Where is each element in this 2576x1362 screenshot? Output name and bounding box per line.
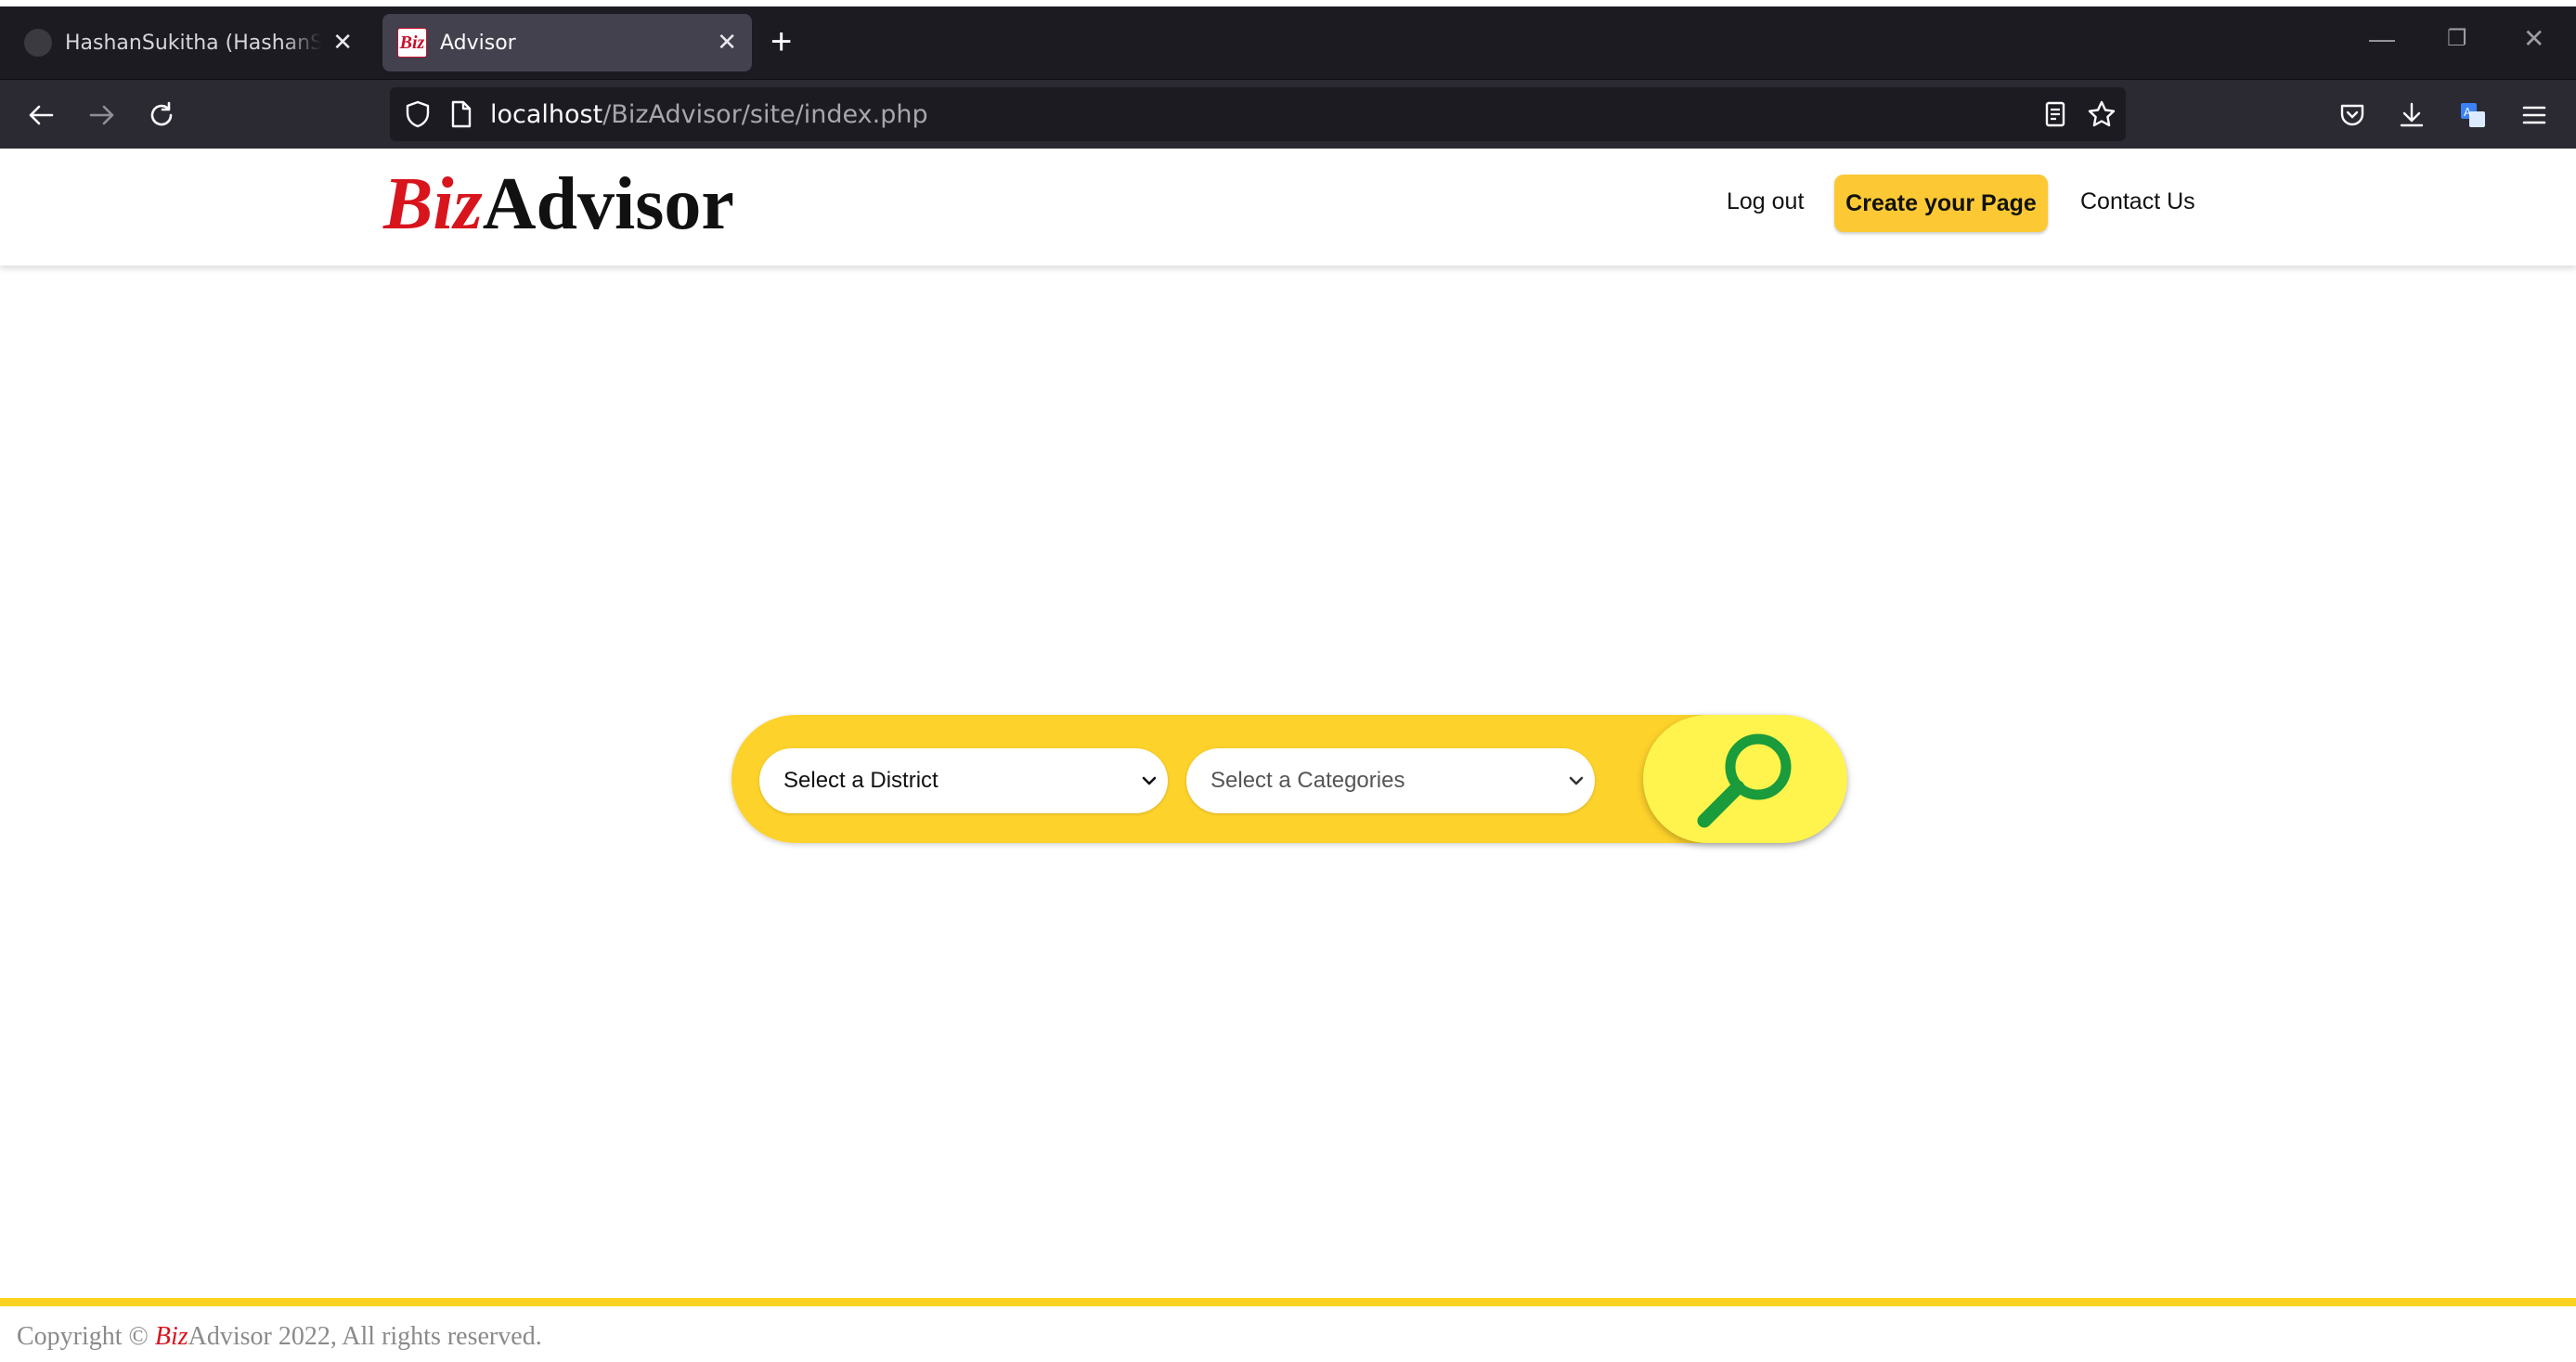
tab-github[interactable]: HashanSukitha (HashanSukitha) ✕ [9, 14, 368, 71]
hamburger-menu-icon[interactable] [2519, 100, 2549, 130]
footer-divider [0, 1298, 2576, 1306]
footer-copyright: Copyright © BizAdvisor 2022, All rights … [17, 1322, 542, 1352]
tab-title: HashanSukitha (HashanSukitha) [65, 31, 322, 55]
site-header: BizAdvisor Log out Create your Page Cont… [0, 149, 2576, 266]
tab-title: Advisor [440, 31, 516, 55]
logout-link[interactable]: Log out [1727, 188, 1804, 215]
copyright-brand-biz: Biz [154, 1322, 188, 1351]
back-arrow-icon[interactable] [26, 100, 56, 130]
tab-advisor[interactable]: Biz Advisor ✕ [382, 14, 752, 71]
bookmark-star-icon[interactable] [2087, 99, 2116, 129]
chevron-down-icon [1142, 776, 1157, 785]
search-button[interactable] [1643, 715, 1847, 843]
browser-tab-bar: HashanSukitha (HashanSukitha) ✕ Biz Advi… [0, 6, 2576, 80]
browser-toolbar: localhost/BizAdvisor/site/index.php A [0, 80, 2576, 149]
forward-arrow-icon[interactable] [87, 100, 117, 130]
magnifier-icon [1697, 733, 1792, 828]
close-tab-icon[interactable]: ✕ [717, 29, 737, 57]
address-bar[interactable]: localhost/BizAdvisor/site/index.php [390, 87, 2126, 141]
chevron-down-icon [1569, 776, 1584, 785]
new-tab-button[interactable]: + [770, 23, 792, 60]
url-path: /BizAdvisor/site/index.php [602, 100, 928, 129]
logo-biz: Biz [383, 163, 483, 245]
url-text[interactable]: localhost/BizAdvisor/site/index.php [490, 100, 928, 129]
svg-text:A: A [2464, 106, 2472, 119]
minimize-icon[interactable]: — [2369, 25, 2395, 53]
url-host: localhost [490, 100, 603, 129]
district-select[interactable]: Select a District [759, 748, 1168, 813]
search-bar: Select a District Select a Categories [731, 715, 1847, 843]
copyright-brand-rest: Advisor 2022, All rights reserved. [188, 1322, 542, 1351]
pocket-icon[interactable] [2337, 100, 2367, 130]
district-select-label: Select a District [783, 768, 938, 793]
translate-extension-icon[interactable]: A [2458, 100, 2488, 130]
restore-icon[interactable]: ❐ [2447, 25, 2467, 53]
copyright-prefix: Copyright © [17, 1322, 155, 1351]
site-logo[interactable]: BizAdvisor [383, 158, 734, 251]
window-close-icon[interactable]: ✕ [2523, 25, 2544, 53]
create-page-button[interactable]: Create your Page [1834, 175, 2048, 232]
category-select-label: Select a Categories [1210, 768, 1405, 793]
bizadvisor-favicon-icon: Biz [397, 28, 427, 58]
reload-icon[interactable] [147, 100, 176, 130]
contact-us-link[interactable]: Contact Us [2080, 188, 2195, 215]
category-select[interactable]: Select a Categories [1186, 748, 1595, 813]
window-edge [0, 0, 2576, 6]
close-tab-icon[interactable]: ✕ [332, 29, 353, 57]
github-icon [24, 29, 52, 57]
reader-view-icon[interactable] [2040, 99, 2070, 129]
download-icon[interactable] [2397, 100, 2427, 130]
shield-icon[interactable] [403, 99, 433, 129]
logo-advisor: Advisor [482, 163, 734, 245]
page-icon[interactable] [446, 99, 475, 129]
